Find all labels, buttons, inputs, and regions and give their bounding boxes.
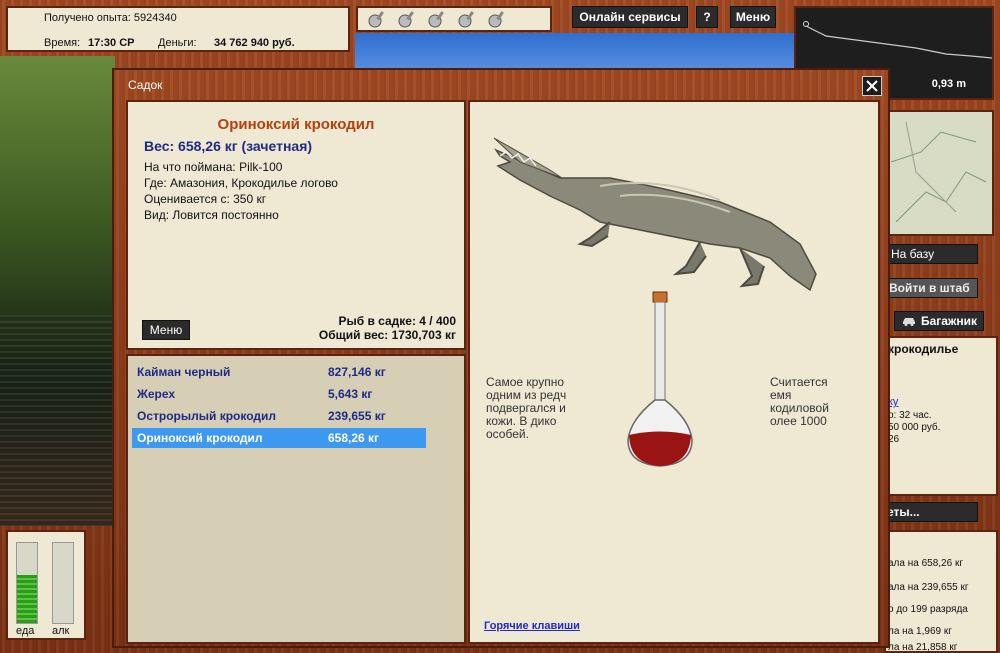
fish-count: Рыб в садке: 4 / 400 bbox=[338, 314, 456, 328]
fish-list-weight: 5,643 кг bbox=[328, 387, 373, 401]
fish-picture-panel: Самое крупно одним из редч подвергался и… bbox=[468, 100, 880, 644]
go-to-base-button[interactable]: На базу bbox=[884, 244, 978, 264]
fish-list-item[interactable]: Кайман черный 827,146 кг bbox=[132, 362, 426, 382]
fish-list-name: Кайман черный bbox=[137, 365, 231, 379]
trunk-button[interactable]: Багажник bbox=[894, 311, 984, 331]
log-line: ла на 21,858 кг bbox=[888, 642, 958, 653]
close-icon bbox=[866, 80, 878, 92]
depth-distance: 0,93 m bbox=[931, 78, 966, 90]
location-line-1: о: 32 час. bbox=[888, 410, 932, 421]
money-value: 34 762 940 руб. bbox=[214, 37, 295, 49]
bait-flask-icon[interactable] bbox=[396, 9, 420, 29]
online-services-button[interactable]: Онлайн сервисы bbox=[572, 6, 688, 28]
keepnet-dialog: Садок Ориноксий крокодил Вес: 658,26 кг … bbox=[112, 68, 890, 648]
location-info-panel: крокодилье ку о: 32 час. 50 000 руб. 26 bbox=[884, 336, 998, 496]
fish-list-weight: 239,655 кг bbox=[328, 409, 386, 423]
game-scene-sky bbox=[355, 33, 795, 73]
log-line: ала на 239,655 кг bbox=[888, 582, 969, 593]
alcohol-meter bbox=[52, 542, 74, 624]
time-label: Время: bbox=[44, 37, 81, 49]
fish-list-name: Ориноксий крокодил bbox=[137, 431, 263, 445]
car-icon bbox=[902, 318, 915, 326]
fish-list-weight: 827,146 кг bbox=[328, 365, 386, 379]
needs-meters-panel: еда алк bbox=[6, 530, 86, 640]
log-line: ала на 658,26 кг bbox=[888, 558, 963, 569]
trunk-label: Багажник bbox=[920, 314, 978, 328]
depth-profile-line bbox=[803, 21, 992, 59]
main-menu-button[interactable]: Меню bbox=[730, 6, 776, 28]
bait-panel bbox=[356, 6, 552, 32]
location-title: крокодилье bbox=[888, 342, 959, 356]
nets-button[interactable]: еты... bbox=[884, 502, 978, 522]
map-lines bbox=[890, 121, 987, 223]
fish-list-weight: 658,26 кг bbox=[328, 431, 380, 445]
hotkeys-link[interactable]: Горячие клавиши bbox=[484, 620, 580, 632]
bait-flask-icon[interactable] bbox=[426, 9, 450, 29]
fish-total-weight: Общий вес: 1730,703 кг bbox=[318, 328, 456, 342]
close-button[interactable] bbox=[862, 76, 882, 96]
food-label: еда bbox=[16, 625, 35, 637]
help-button[interactable]: ? bbox=[696, 6, 718, 28]
fish-location: Где: Амазония, Крокодилье логово bbox=[144, 176, 338, 190]
dialog-title: Садок bbox=[128, 78, 163, 92]
desc-line: особей. bbox=[486, 427, 529, 441]
desc-line: олее 1000 bbox=[770, 414, 827, 428]
location-map[interactable] bbox=[884, 110, 994, 236]
bait-flask-icon[interactable] bbox=[456, 9, 480, 29]
fish-weight: Вес: 658,26 кг (зачетная) bbox=[144, 138, 313, 154]
bait-flask-icon[interactable] bbox=[486, 9, 510, 29]
fish-bait: На что поймана: Pilk-100 bbox=[144, 160, 283, 174]
experience-label: Получено опыта: 5924340 bbox=[44, 12, 177, 24]
log-line: о до 199 разряда bbox=[888, 604, 968, 615]
fish-list-item-selected[interactable]: Ориноксий крокодил 658,26 кг bbox=[132, 428, 426, 448]
fish-list-item[interactable]: Острорылый крокодил 239,655 кг bbox=[132, 406, 426, 426]
fish-list-name: Жерех bbox=[137, 387, 176, 401]
food-meter-fill bbox=[17, 575, 37, 623]
time-value: 17:30 СР bbox=[88, 37, 135, 49]
log-line: ла на 1,969 кг bbox=[888, 626, 952, 637]
fish-description: Самое крупно одним из редч подвергался и… bbox=[486, 376, 866, 466]
game-scene-jungle bbox=[0, 56, 115, 526]
bait-flask-icon[interactable] bbox=[366, 9, 390, 29]
location-line-2: 50 000 руб. bbox=[888, 422, 941, 433]
enter-hq-button[interactable]: Войти в штаб bbox=[884, 278, 978, 298]
fish-info-panel: Ориноксий крокодил Вес: 658,26 кг (зачет… bbox=[126, 100, 466, 350]
fish-rated: Оценивается с: 350 кг bbox=[144, 192, 267, 206]
fish-name: Ориноксий крокодил bbox=[217, 116, 375, 133]
stats-panel: Получено опыта: 5924340 Время: 17:30 СР … bbox=[6, 6, 350, 52]
alcohol-label: алк bbox=[52, 625, 70, 637]
money-label: Деньги: bbox=[158, 37, 197, 49]
crocodile-image bbox=[493, 137, 817, 292]
fish-kind: Вид: Ловится постоянно bbox=[144, 208, 279, 222]
event-log-panel: ала на 658,26 кг ала на 239,655 кг о до … bbox=[884, 530, 998, 653]
food-meter bbox=[16, 542, 38, 624]
fish-list-name: Острорылый крокодил bbox=[137, 409, 277, 423]
fish-menu-button[interactable]: Меню bbox=[142, 320, 190, 340]
fish-list-item[interactable]: Жерех 5,643 кг bbox=[132, 384, 426, 404]
